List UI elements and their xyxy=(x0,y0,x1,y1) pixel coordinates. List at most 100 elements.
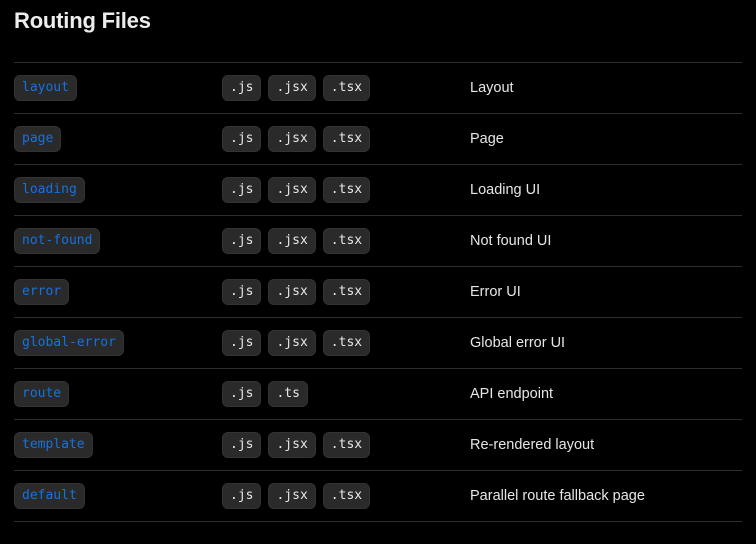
filename-chip: default xyxy=(14,483,85,509)
extension-chip: .js xyxy=(222,381,262,407)
extension-chip: .jsx xyxy=(268,228,316,254)
extension-chip: .js xyxy=(222,228,262,254)
extension-chip-group: .js .jsx .tsx xyxy=(222,483,371,509)
cell-filename: page xyxy=(14,113,222,165)
cell-filename: default xyxy=(14,470,222,522)
routing-files-page: Routing Files layout .js .jsx .tsx Layout pag… xyxy=(0,0,756,544)
table-row: global-error .js .jsx .tsx Global error UI xyxy=(14,317,742,369)
extension-chip-group: .js .jsx .tsx xyxy=(222,330,371,356)
description-cell-inner: API endpoint xyxy=(470,369,742,419)
cell-filename: loading xyxy=(14,164,222,216)
extensions-cell-inner: .js .jsx .tsx xyxy=(222,471,470,521)
cell-description: Page xyxy=(470,113,742,165)
description-text: Global error UI xyxy=(470,335,566,351)
extensions-cell-inner: .js .jsx .tsx xyxy=(222,267,470,317)
extension-chip: .js xyxy=(222,177,262,203)
extension-chip: .tsx xyxy=(322,483,371,509)
description-text: Layout xyxy=(470,80,514,96)
extension-chip: .js xyxy=(222,126,262,152)
cell-extensions: .js .jsx .tsx xyxy=(222,215,470,267)
extension-chip: .js xyxy=(222,75,262,101)
filename-chip: error xyxy=(14,279,70,305)
extension-chip-group: .js .ts xyxy=(222,381,308,407)
filename-chip: loading xyxy=(14,177,85,203)
table-row: page .js .jsx .tsx Page xyxy=(14,113,742,165)
table-row: layout .js .jsx .tsx Layout xyxy=(14,62,742,114)
extension-chip: .jsx xyxy=(268,75,316,101)
table-row: not-found .js .jsx .tsx Not found UI xyxy=(14,215,742,267)
description-cell-inner: Parallel route fallback page xyxy=(470,471,742,521)
cell-extensions: .js .jsx .tsx xyxy=(222,113,470,165)
description-cell-inner: Page xyxy=(470,114,742,164)
cell-filename: error xyxy=(14,266,222,318)
extension-chip: .js xyxy=(222,279,262,305)
description-text: Parallel route fallback page xyxy=(470,488,645,504)
cell-extensions: .js .ts xyxy=(222,368,470,420)
cell-extensions: .js .jsx .tsx xyxy=(222,470,470,522)
extensions-cell-inner: .js .jsx .tsx xyxy=(222,420,470,470)
extensions-cell-inner: .js .jsx .tsx xyxy=(222,63,470,113)
filename-chip: global-error xyxy=(14,330,124,356)
description-cell-inner: Layout xyxy=(470,63,742,113)
extension-chip: .tsx xyxy=(322,177,371,203)
cell-description: Not found UI xyxy=(470,215,742,267)
routing-files-table: layout .js .jsx .tsx Layout page .js .jsx .tsx Pa… xyxy=(14,62,742,522)
filename-chip: template xyxy=(14,432,93,458)
filename-cell-inner: not-found xyxy=(14,216,222,266)
description-cell-inner: Global error UI xyxy=(470,318,742,368)
filename-chip: route xyxy=(14,381,70,407)
extension-chip: .tsx xyxy=(322,330,371,356)
extension-chip-group: .js .jsx .tsx xyxy=(222,126,371,152)
cell-extensions: .js .jsx .tsx xyxy=(222,419,470,471)
cell-filename: not-found xyxy=(14,215,222,267)
extension-chip: .jsx xyxy=(268,432,316,458)
description-cell-inner: Loading UI xyxy=(470,165,742,215)
extensions-cell-inner: .js .jsx .tsx xyxy=(222,114,470,164)
cell-filename: template xyxy=(14,419,222,471)
extensions-cell-inner: .js .jsx .tsx xyxy=(222,318,470,368)
description-cell-inner: Not found UI xyxy=(470,216,742,266)
filename-cell-inner: loading xyxy=(14,165,222,215)
extension-chip-group: .js .jsx .tsx xyxy=(222,279,371,305)
extension-chip: .jsx xyxy=(268,483,316,509)
cell-description: Global error UI xyxy=(470,317,742,369)
table-row: loading .js .jsx .tsx Loading UI xyxy=(14,164,742,216)
cell-extensions: .js .jsx .tsx xyxy=(222,317,470,369)
description-text: Loading UI xyxy=(470,182,541,198)
extension-chip-group: .js .jsx .tsx xyxy=(222,75,371,101)
extension-chip-group: .js .jsx .tsx xyxy=(222,228,371,254)
extension-chip: .tsx xyxy=(322,126,371,152)
description-text: Re-rendered layout xyxy=(470,437,595,453)
extension-chip: .tsx xyxy=(322,279,371,305)
table-row: template .js .jsx .tsx Re-rendered layout xyxy=(14,419,742,471)
filename-cell-inner: layout xyxy=(14,63,222,113)
extension-chip: .js xyxy=(222,432,262,458)
filename-cell-inner: global-error xyxy=(14,318,222,368)
description-text: Not found UI xyxy=(470,233,552,249)
cell-extensions: .js .jsx .tsx xyxy=(222,62,470,114)
extension-chip: .tsx xyxy=(322,75,371,101)
page-title: Routing Files xyxy=(14,8,151,33)
cell-description: Parallel route fallback page xyxy=(470,470,742,522)
table-row: error .js .jsx .tsx Error UI xyxy=(14,266,742,318)
description-cell-inner: Re-rendered layout xyxy=(470,420,742,470)
filename-cell-inner: page xyxy=(14,114,222,164)
filename-chip: not-found xyxy=(14,228,101,254)
extension-chip: .tsx xyxy=(322,432,371,458)
description-text: Page xyxy=(470,131,504,147)
extensions-cell-inner: .js .ts xyxy=(222,369,470,419)
description-text: Error UI xyxy=(470,284,521,300)
cell-extensions: .js .jsx .tsx xyxy=(222,164,470,216)
extension-chip: .jsx xyxy=(268,177,316,203)
filename-cell-inner: error xyxy=(14,267,222,317)
cell-description: Error UI xyxy=(470,266,742,318)
filename-chip: layout xyxy=(14,75,77,101)
cell-description: API endpoint xyxy=(470,368,742,420)
extension-chip: .tsx xyxy=(322,228,371,254)
extensions-cell-inner: .js .jsx .tsx xyxy=(222,216,470,266)
cell-filename: global-error xyxy=(14,317,222,369)
extension-chip: .jsx xyxy=(268,279,316,305)
cell-filename: layout xyxy=(14,62,222,114)
extension-chip-group: .js .jsx .tsx xyxy=(222,177,371,203)
table-row: default .js .jsx .tsx Parallel route fallbac… xyxy=(14,470,742,522)
